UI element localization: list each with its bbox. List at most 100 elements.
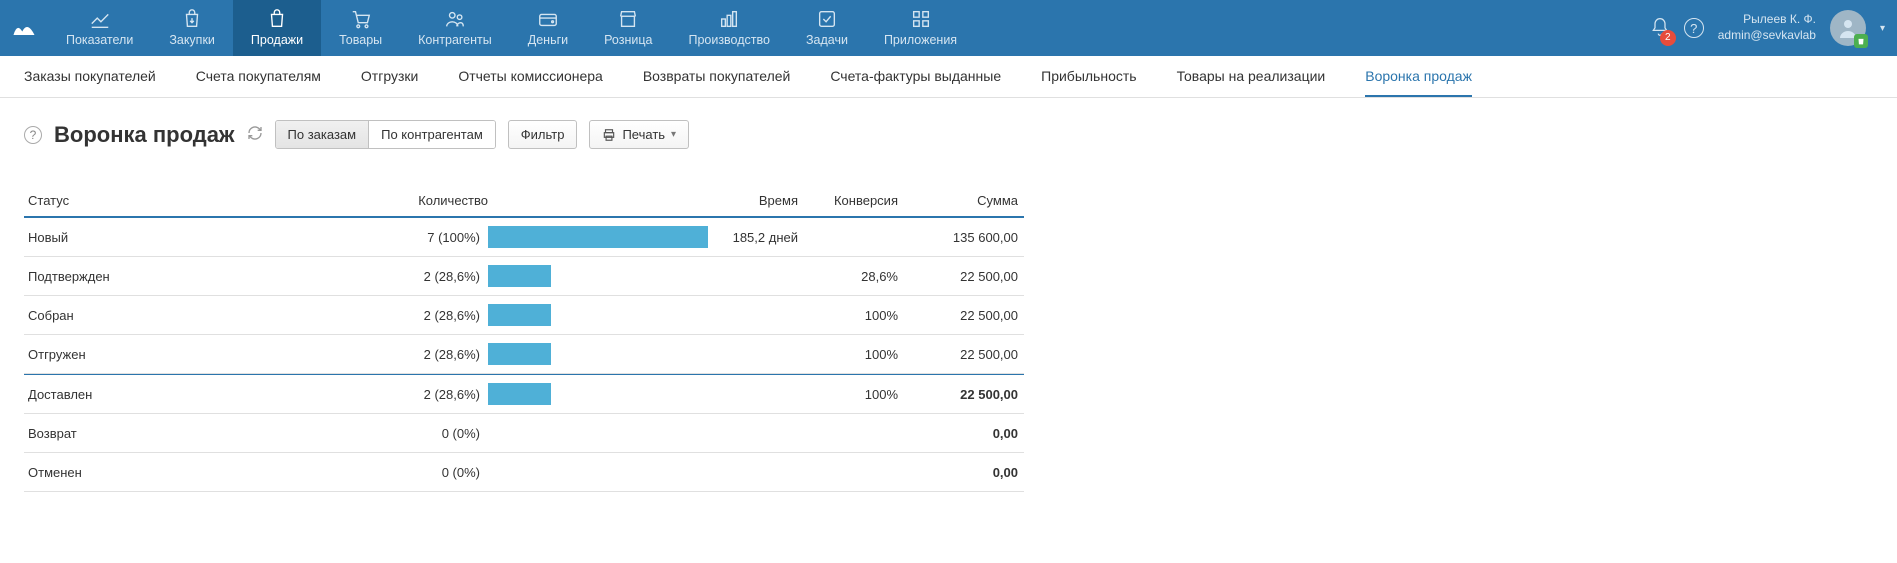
cell-bar [488, 265, 708, 287]
page-help-icon[interactable]: ? [24, 126, 42, 144]
nav-label: Закупки [169, 33, 215, 47]
cell-status: Отменен [28, 465, 298, 480]
cell-bar [488, 383, 708, 405]
bag-in-icon [181, 9, 203, 29]
cell-conv: 100% [798, 387, 898, 402]
help-button[interactable]: ? [1684, 18, 1704, 38]
cell-sum: 22 500,00 [898, 269, 1018, 284]
cell-conv: 100% [798, 308, 898, 323]
nav-sales[interactable]: Продажи [233, 0, 321, 56]
segment-by-agents[interactable]: По контрагентам [368, 121, 495, 148]
avatar-badge-icon [1854, 34, 1868, 48]
cell-sum: 0,00 [898, 426, 1018, 441]
cell-conv: 100% [798, 347, 898, 362]
chevron-down-icon[interactable]: ▾ [1880, 23, 1885, 34]
col-time[interactable]: Время [708, 193, 798, 208]
nav-production[interactable]: Производство [670, 0, 788, 56]
funnel-row[interactable]: Отгружен2 (28,6%) 100%22 500,00 [24, 335, 1024, 374]
funnel-row[interactable]: Подтвержден2 (28,6%) 28,6%22 500,00 [24, 257, 1024, 296]
nav-retail[interactable]: Розница [586, 0, 670, 56]
nav-label: Задачи [806, 33, 848, 47]
avatar[interactable] [1830, 10, 1866, 46]
printer-icon [602, 128, 616, 142]
wallet-icon [537, 9, 559, 29]
nav-tasks[interactable]: Задачи [788, 0, 866, 56]
cell-status: Подтвержден [28, 269, 298, 284]
nav-label: Производство [688, 33, 770, 47]
nav-label: Показатели [66, 33, 133, 47]
notifications-button[interactable]: 2 [1650, 17, 1670, 40]
subnav-goods-on-sale[interactable]: Товары на реализации [1177, 57, 1326, 97]
subnav-funnel[interactable]: Воронка продаж [1365, 57, 1472, 97]
col-qty[interactable]: Количество [298, 193, 488, 208]
nav-indicators[interactable]: Показатели [48, 0, 151, 56]
col-status[interactable]: Статус [28, 193, 298, 208]
cell-bar [488, 304, 708, 326]
filter-button[interactable]: Фильтр [508, 120, 578, 149]
nav-label: Приложения [884, 33, 957, 47]
cell-status: Доставлен [28, 387, 298, 402]
user-login: admin@sevkavlab [1718, 28, 1816, 44]
col-sum[interactable]: Сумма [898, 193, 1018, 208]
cell-qty: 2 (28,6%) [298, 347, 488, 362]
refresh-icon[interactable] [247, 125, 263, 144]
cell-bar [488, 422, 708, 444]
cell-sum: 135 600,00 [898, 230, 1018, 245]
nav-label: Товары [339, 33, 382, 47]
chart-icon [89, 9, 111, 29]
funnel-row[interactable]: Новый7 (100%) 185,2 дней 135 600,00 [24, 218, 1024, 257]
funnel-row[interactable]: Собран2 (28,6%)100%22 500,00 [24, 296, 1024, 335]
sub-nav: Заказы покупателей Счета покупателям Отг… [0, 56, 1897, 98]
notification-badge: 2 [1660, 30, 1676, 46]
subnav-facturas[interactable]: Счета-фактуры выданные [830, 57, 1001, 97]
check-icon [816, 9, 838, 29]
nav-apps[interactable]: Приложения [866, 0, 975, 56]
cell-bar [488, 226, 708, 248]
user-name: Рылеев К. Ф. [1718, 12, 1816, 28]
nav-label: Розница [604, 33, 652, 47]
funnel-table: Статус Количество Время Конверсия Сумма … [24, 185, 1024, 492]
cell-sum: 0,00 [898, 465, 1018, 480]
subnav-orders[interactable]: Заказы покупателей [24, 57, 156, 97]
nav-label: Контрагенты [418, 33, 492, 47]
cell-conv: 28,6% [798, 269, 898, 284]
chevron-down-icon: ▾ [671, 129, 676, 140]
nav-goods[interactable]: Товары [321, 0, 400, 56]
subnav-commission-reports[interactable]: Отчеты комиссионера [458, 57, 603, 97]
subnav-returns[interactable]: Возвраты покупателей [643, 57, 791, 97]
subnav-shipments[interactable]: Отгрузки [361, 57, 418, 97]
nav-purchases[interactable]: Закупки [151, 0, 233, 56]
cell-sum: 22 500,00 [898, 308, 1018, 323]
cell-qty: 7 (100%) [298, 230, 488, 245]
bars-icon [718, 9, 740, 29]
nav-items: Показатели Закупки Продажи Товары Контра… [48, 0, 975, 56]
cell-status: Возврат [28, 426, 298, 441]
subnav-profitability[interactable]: Прибыльность [1041, 57, 1136, 97]
cell-time: 185,2 дней [708, 230, 798, 245]
funnel-header-row: Статус Количество Время Конверсия Сумма [24, 185, 1024, 218]
bag-icon [266, 9, 288, 29]
cell-qty: 2 (28,6%) [298, 269, 488, 284]
col-conv[interactable]: Конверсия [798, 193, 898, 208]
app-logo[interactable] [0, 0, 48, 56]
col-bar [488, 193, 708, 208]
people-icon [444, 9, 466, 29]
cell-bar [488, 461, 708, 483]
subnav-invoices[interactable]: Счета покупателям [196, 57, 321, 97]
page-title: Воронка продаж [54, 122, 235, 148]
cell-qty: 2 (28,6%) [298, 308, 488, 323]
funnel-row[interactable]: Возврат0 (0%)0,00 [24, 414, 1024, 453]
funnel-row[interactable]: Доставлен2 (28,6%)100%22 500,00 [24, 374, 1024, 414]
print-label: Печать [622, 127, 665, 142]
nav-money[interactable]: Деньги [510, 0, 586, 56]
user-block[interactable]: Рылеев К. Ф. admin@sevkavlab [1718, 12, 1816, 43]
cell-status: Отгружен [28, 347, 298, 362]
store-icon [617, 9, 639, 29]
segment-by-orders[interactable]: По заказам [276, 121, 369, 148]
cell-sum: 22 500,00 [898, 347, 1018, 362]
print-button[interactable]: Печать ▾ [589, 120, 689, 149]
nav-counterparties[interactable]: Контрагенты [400, 0, 510, 56]
funnel-row[interactable]: Отменен0 (0%)0,00 [24, 453, 1024, 492]
cell-status: Новый [28, 230, 298, 245]
page-header: ? Воронка продаж По заказам По контраген… [0, 98, 1897, 157]
